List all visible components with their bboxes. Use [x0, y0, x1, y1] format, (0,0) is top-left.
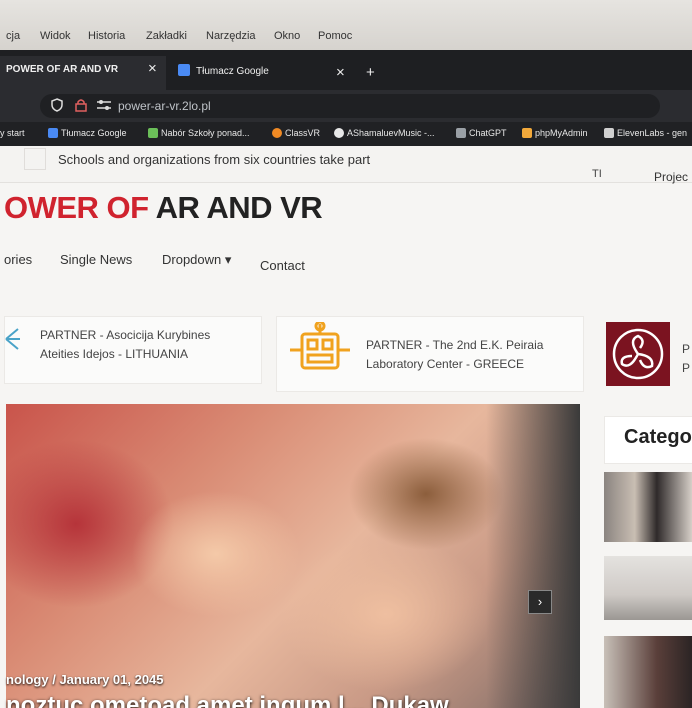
- bookmark-label: phpMyAdmin: [535, 128, 588, 138]
- menu-bar: cja Widok Historia Zakładki Narzędzia Ok…: [0, 0, 692, 50]
- bookmark-ashamaluev[interactable]: AShamaluevMusic -...: [334, 128, 435, 138]
- bookmark-phpmyadmin[interactable]: phpMyAdmin: [522, 128, 588, 138]
- screen: cja Widok Historia Zakładki Narzędzia Ok…: [0, 0, 692, 708]
- bookmark-label: AShamaluevMusic -...: [347, 128, 435, 138]
- top-link-projects[interactable]: Projec: [654, 170, 688, 184]
- bookmark-label: Tłumacz Google: [61, 128, 127, 138]
- bookmark-classvr[interactable]: ClassVR: [272, 128, 320, 138]
- bookmark-elevenlabs[interactable]: ElevenLabs - gen: [604, 128, 687, 138]
- hero-headline[interactable]: noztuc ometoad amet ingum l... Dukaw: [6, 692, 449, 708]
- top-link-ti[interactable]: TI: [592, 168, 602, 180]
- partner-line2: Laboratory Center - GREECE: [366, 357, 525, 371]
- bookmark-label: Nabór Szkoły ponad...: [161, 128, 250, 138]
- bookmark-label: ClassVR: [285, 128, 321, 138]
- partner-line1: PARTNER - The 2nd E.K. Peiraia: [366, 338, 544, 352]
- classvr-icon: [272, 128, 282, 138]
- menu-history[interactable]: Historia: [88, 30, 125, 42]
- translate-icon: [48, 128, 58, 138]
- url-text[interactable]: power-ar-vr.2lo.pl: [118, 99, 211, 113]
- partner-greece-text: PARTNER - The 2nd E.K. Peiraia Laborator…: [366, 336, 543, 374]
- hero-shade: [486, 404, 580, 708]
- partner-cut-text: P P: [682, 340, 690, 378]
- bookmark-chatgpt[interactable]: ChatGPT: [456, 128, 507, 138]
- nav-single-news[interactable]: Single News: [60, 252, 132, 267]
- google-translate-icon: [178, 64, 190, 76]
- nav-categories[interactable]: ories: [4, 252, 32, 267]
- tab-label[interactable]: Tłumacz Google: [196, 66, 269, 77]
- menu-tools[interactable]: Narzędzia: [206, 30, 256, 42]
- partner-logo-icon: [5, 328, 20, 350]
- bookmark-label: ElevenLabs - gen: [617, 128, 688, 138]
- new-tab-button[interactable]: +: [366, 64, 375, 81]
- music-icon: [334, 128, 344, 138]
- elevenlabs-icon: [604, 128, 614, 138]
- menu-help[interactable]: Pomoc: [318, 30, 352, 42]
- partner-line1: P: [682, 342, 691, 356]
- category-thumbnail[interactable]: [604, 636, 692, 708]
- menu-bookmarks[interactable]: Zakładki: [146, 30, 187, 42]
- tab-label[interactable]: POWER OF AR AND VR: [6, 64, 118, 75]
- close-tab-icon[interactable]: ×: [336, 64, 345, 81]
- shield-icon[interactable]: [50, 98, 64, 112]
- category-thumbnail[interactable]: [604, 556, 692, 620]
- site-logo[interactable]: OWER OF AR AND VR: [4, 190, 323, 226]
- partner-line1: PARTNER - Asocicija Kurybines: [40, 328, 211, 342]
- bookmark-start[interactable]: y start: [0, 128, 25, 138]
- partner-triskelion-logo[interactable]: [606, 322, 670, 386]
- ticker-toggle[interactable]: [24, 148, 46, 170]
- bookmark-label: ChatGPT: [469, 128, 507, 138]
- logo-dark-text: AR AND VR: [155, 190, 323, 225]
- phpmyadmin-icon: [522, 128, 532, 138]
- menu-window[interactable]: Okno: [274, 30, 300, 42]
- menu-edit[interactable]: cja: [6, 30, 20, 42]
- menu-view[interactable]: Widok: [40, 30, 71, 42]
- nav-dropdown[interactable]: Dropdown ▾: [162, 252, 231, 268]
- bookmark-google-translate[interactable]: Tłumacz Google: [48, 128, 127, 138]
- nav-contact[interactable]: Contact: [260, 258, 305, 273]
- news-ticker[interactable]: Schools and organizations from six count…: [58, 152, 370, 167]
- category-thumbnail[interactable]: [604, 472, 692, 542]
- slider-next-button[interactable]: ›: [528, 590, 552, 614]
- bookmark-nabor[interactable]: Nabór Szkoły ponad...: [148, 128, 250, 138]
- checkmark-icon: [148, 128, 158, 138]
- partner-line2: Ateities Idejos - LITHUANIA: [40, 347, 189, 361]
- hero-slider-image[interactable]: [6, 404, 580, 708]
- triskelion-icon: [612, 328, 664, 380]
- logo-red-text: OWER OF: [4, 190, 149, 225]
- partner-lithuania-text: PARTNER - Asocicija Kurybines Ateities I…: [40, 326, 210, 364]
- categories-title: Catego: [624, 426, 692, 448]
- robot-icon: [290, 322, 350, 370]
- chatgpt-icon: [456, 128, 466, 138]
- permissions-icon[interactable]: [96, 99, 112, 111]
- lock-warning-icon[interactable]: [74, 98, 88, 112]
- hero-meta[interactable]: nology / January 01, 2045: [6, 672, 164, 687]
- close-tab-icon[interactable]: ×: [148, 60, 157, 77]
- bookmark-label: y start: [0, 128, 25, 138]
- partner-line2: P: [682, 361, 691, 375]
